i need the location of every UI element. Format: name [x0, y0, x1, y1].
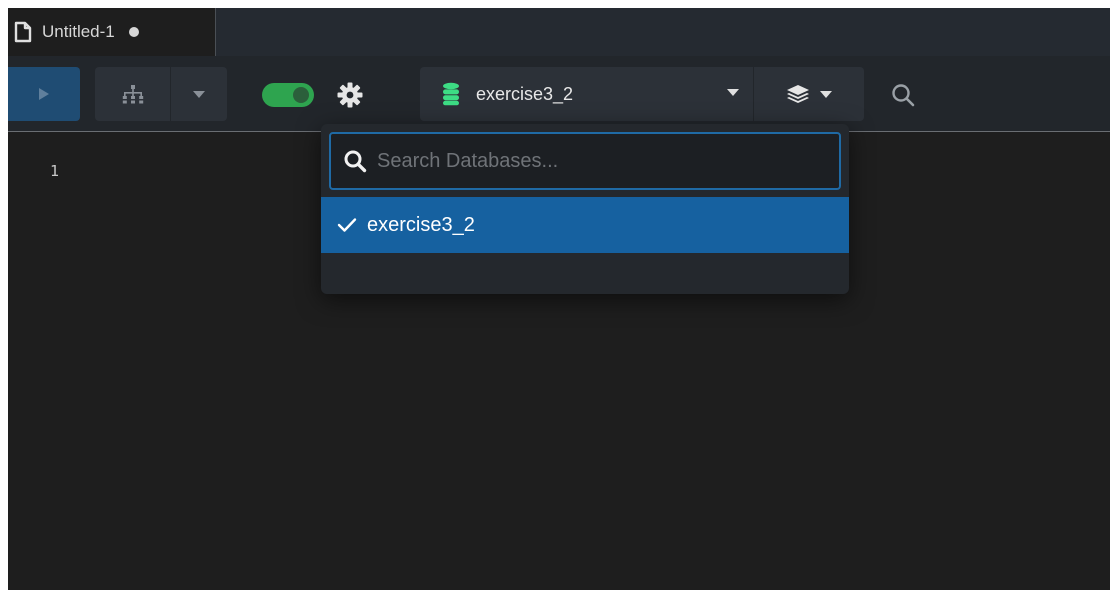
toolbar: exercise3_2: [8, 56, 1110, 132]
explain-options-dropdown[interactable]: [171, 67, 227, 121]
line-number: 1: [50, 162, 60, 180]
tab-untitled-1[interactable]: Untitled-1: [8, 8, 216, 56]
app-window: Untitled-1 exercise3_2 1 Search Database…: [8, 8, 1110, 590]
file-icon: [14, 21, 32, 43]
search-button[interactable]: [888, 80, 918, 110]
database-search-input[interactable]: [375, 148, 839, 174]
sitemap-icon: [122, 85, 143, 104]
search-icon: [343, 149, 367, 173]
database-icon: [443, 82, 459, 106]
tab-title: Untitled-1: [42, 22, 115, 41]
run-button[interactable]: [8, 67, 80, 121]
chevron-down-icon: [820, 90, 832, 98]
auto-commit-toggle[interactable]: [262, 83, 314, 107]
database-search-box[interactable]: [329, 132, 841, 190]
database-option-label: exercise3_2: [367, 213, 475, 236]
tab-bar: Untitled-1: [8, 8, 1110, 56]
selected-database-label: exercise3_2: [476, 83, 574, 104]
chevron-down-icon: [727, 89, 739, 96]
database-option-exercise3_2[interactable]: exercise3_2: [321, 197, 849, 253]
chevron-down-icon: [193, 90, 205, 98]
settings-button[interactable]: [336, 80, 364, 110]
schema-layers-button[interactable]: [754, 67, 864, 121]
search-icon: [892, 84, 915, 107]
database-dropdown: exercise3_2: [321, 124, 849, 294]
check-icon: [337, 217, 357, 233]
toggle-knob: [293, 87, 309, 103]
play-icon: [39, 88, 49, 100]
gear-icon: [337, 82, 363, 108]
explain-plan-button[interactable]: [95, 67, 170, 121]
unsaved-dot-icon: [128, 27, 139, 37]
layers-icon: [787, 85, 809, 103]
database-select[interactable]: exercise3_2: [420, 67, 753, 121]
